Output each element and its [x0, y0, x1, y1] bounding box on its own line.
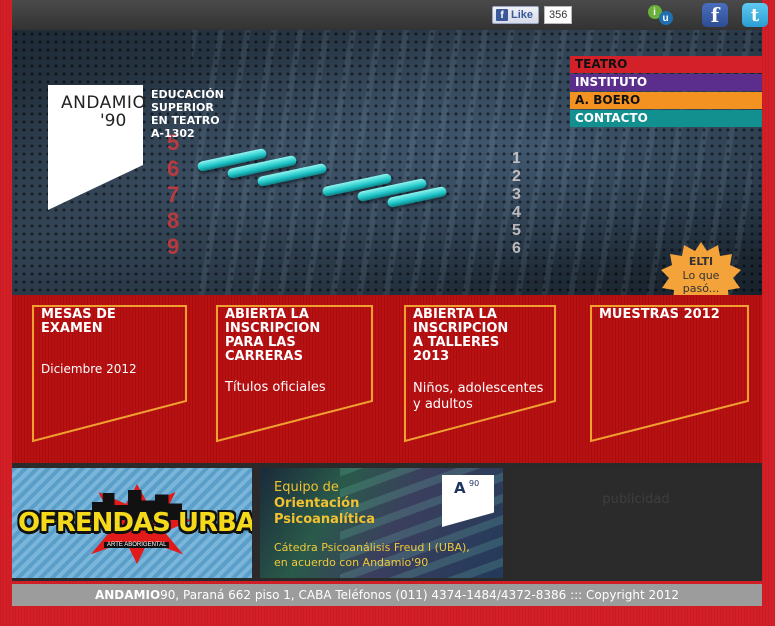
banners-row: OFRENDAS URBANAS ARTE ABORIGENTAL Equipo…: [12, 463, 762, 581]
menu-item-a-boero[interactable]: A. BOERO: [570, 92, 762, 109]
card-title: ABIERTA LA INSCRIPCION A TALLERES 2013: [413, 307, 509, 364]
iu-icon[interactable]: i u: [647, 3, 673, 27]
facebook-small-icon: f: [496, 9, 508, 21]
banner-title: OFRENDAS URBANAS: [18, 508, 252, 538]
twitter-icon[interactable]: t: [742, 3, 768, 27]
card-muestras-2012[interactable]: MUESTRAS 2012: [590, 305, 750, 443]
announcements-section: MESAS DE EXAMEN Diciembre 2012 ABIERTA L…: [12, 295, 762, 463]
ad-slot[interactable]: publicidad: [513, 468, 759, 578]
card-inscripcion-talleres[interactable]: ABIERTA LA INSCRIPCION A TALLERES 2013 N…: [404, 305, 557, 443]
ad-label: publicidad: [602, 492, 670, 507]
banner-ofrendas-urbanas[interactable]: OFRENDAS URBANAS ARTE ABORIGENTAL: [12, 468, 252, 578]
like-label: Like: [511, 9, 534, 21]
card-subtitle: Títulos oficiales: [225, 380, 326, 395]
logo-name: ANDAMIO: [61, 93, 147, 113]
logo-year: '90: [100, 111, 127, 131]
like-button[interactable]: f Like: [492, 6, 540, 24]
badge-text: Lo que pasó...: [682, 269, 720, 295]
facebook-like-widget[interactable]: f Like 356: [492, 6, 573, 24]
card-title: MUESTRAS 2012: [599, 307, 720, 322]
card-subtitle: Niños, adolescentes y adultos: [413, 381, 544, 412]
facebook-icon[interactable]: f: [702, 3, 728, 27]
menu-item-teatro[interactable]: TEATRO: [570, 56, 762, 73]
card-title: ABIERTA LA INSCRIPCION PARA LAS CARRERAS: [225, 307, 321, 364]
banner-orientacion-psicoanalitica[interactable]: Equipo de Orientación Psicoanalítica Cát…: [260, 468, 503, 578]
footer-brand: ANDAMIO: [94, 588, 161, 602]
footer-text: 90, Paraná 662 piso 1, CABA Teléfonos (0…: [160, 588, 680, 602]
footer: ANDAMIO90, Paraná 662 piso 1, CABA Teléf…: [12, 584, 762, 606]
banner-line2: Orientación Psicoanalítica: [274, 496, 375, 527]
menu-item-instituto[interactable]: INSTITUTO: [570, 74, 762, 91]
badge-title: ELTI: [688, 255, 714, 268]
elti-badge[interactable]: ELTI Lo que pasó...: [660, 242, 742, 295]
hero-decor-numbers: 56789: [167, 130, 180, 259]
card-inscripcion-carreras[interactable]: ABIERTA LA INSCRIPCION PARA LAS CARRERAS…: [216, 305, 374, 443]
card-subtitle: Diciembre 2012: [41, 362, 137, 376]
main-menu: TEATRO INSTITUTO A. BOERO CONTACTO: [570, 56, 762, 128]
banner-tag: ARTE ABORIGENTAL: [104, 542, 170, 548]
card-mesas-de-examen[interactable]: MESAS DE EXAMEN Diciembre 2012: [32, 305, 188, 443]
card-title: MESAS DE EXAMEN: [41, 307, 116, 336]
banner-line1: Equipo de: [274, 480, 339, 495]
menu-item-contacto[interactable]: CONTACTO: [570, 110, 762, 127]
top-bar: f Like 356 i u f t: [12, 0, 768, 30]
banner-line3: Cátedra Psicoanálisis Freud I (UBA), en …: [274, 541, 470, 569]
like-count: 356: [544, 6, 573, 24]
card-frame: [590, 305, 749, 443]
hero-decor-numbers-right: 123456: [512, 150, 521, 257]
logo-description: EDUCACIÓN SUPERIOR EN TEATRO A-1302: [151, 88, 224, 140]
